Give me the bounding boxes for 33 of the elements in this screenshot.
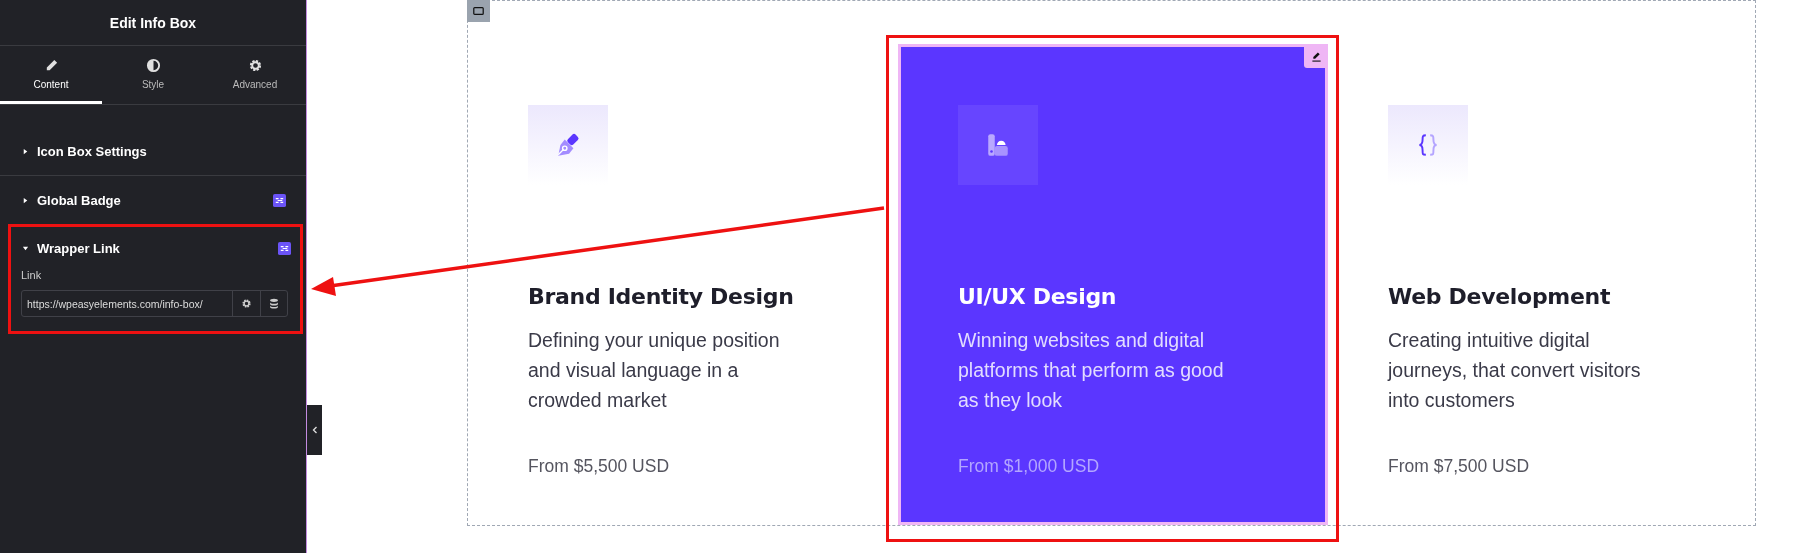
caret-icon <box>22 196 29 204</box>
section-header[interactable]: Wrapper Link <box>11 227 300 269</box>
contrast-icon <box>145 57 161 73</box>
section-header[interactable]: Icon Box Settings <box>0 127 306 175</box>
tab[interactable]: Content <box>0 46 102 104</box>
pen-nib-icon <box>555 132 581 158</box>
field-label: Link <box>21 269 43 281</box>
card-description: Defining your unique position and visual language in a crowded market <box>528 328 781 413</box>
caret-icon <box>22 147 29 155</box>
settings-icon <box>241 298 252 309</box>
card-description: Winning websites and digital platforms that perform as good as they look <box>958 328 1225 413</box>
chevron-left-icon <box>311 426 318 434</box>
price-text: From $7,500 USD <box>1388 456 1531 477</box>
caret-icon <box>22 244 29 252</box>
settings-icon <box>247 57 263 73</box>
card-title: Web Development <box>1388 284 1612 309</box>
card-title: Brand Identity Design <box>528 284 795 309</box>
card-description: Creating intuitive digital journeys, that convert visitors into customers <box>1388 328 1642 413</box>
panel-title: Edit Info Box <box>109 14 197 31</box>
info-box-card[interactable]: Brand Identity Design Defining your unique position and visual language in a crowded market From $5,500 USD <box>468 44 898 525</box>
tab[interactable]: Advanced <box>204 46 306 104</box>
card-title: UI/UX Design <box>958 284 1118 309</box>
tab[interactable]: Style <box>102 46 204 104</box>
database-icon <box>269 298 279 309</box>
container-handle[interactable] <box>467 0 490 22</box>
pencil-icon <box>1310 50 1322 62</box>
price-text: From $1,000 USD <box>958 456 1101 477</box>
price-text: From $5,500 USD <box>528 456 671 477</box>
section-header[interactable]: Global Badge <box>0 176 306 224</box>
edit-button[interactable] <box>1304 44 1328 68</box>
info-box-card[interactable]: Web Development Creating intuitive digital journeys, that convert visitors into customers From $7,500 USD <box>1328 44 1758 525</box>
info-box-card[interactable]: UI/UX Design Winning websites and digital platforms that perform as good as they look From $1,000 USD <box>898 44 1328 525</box>
swatch-icon <box>985 132 1011 158</box>
